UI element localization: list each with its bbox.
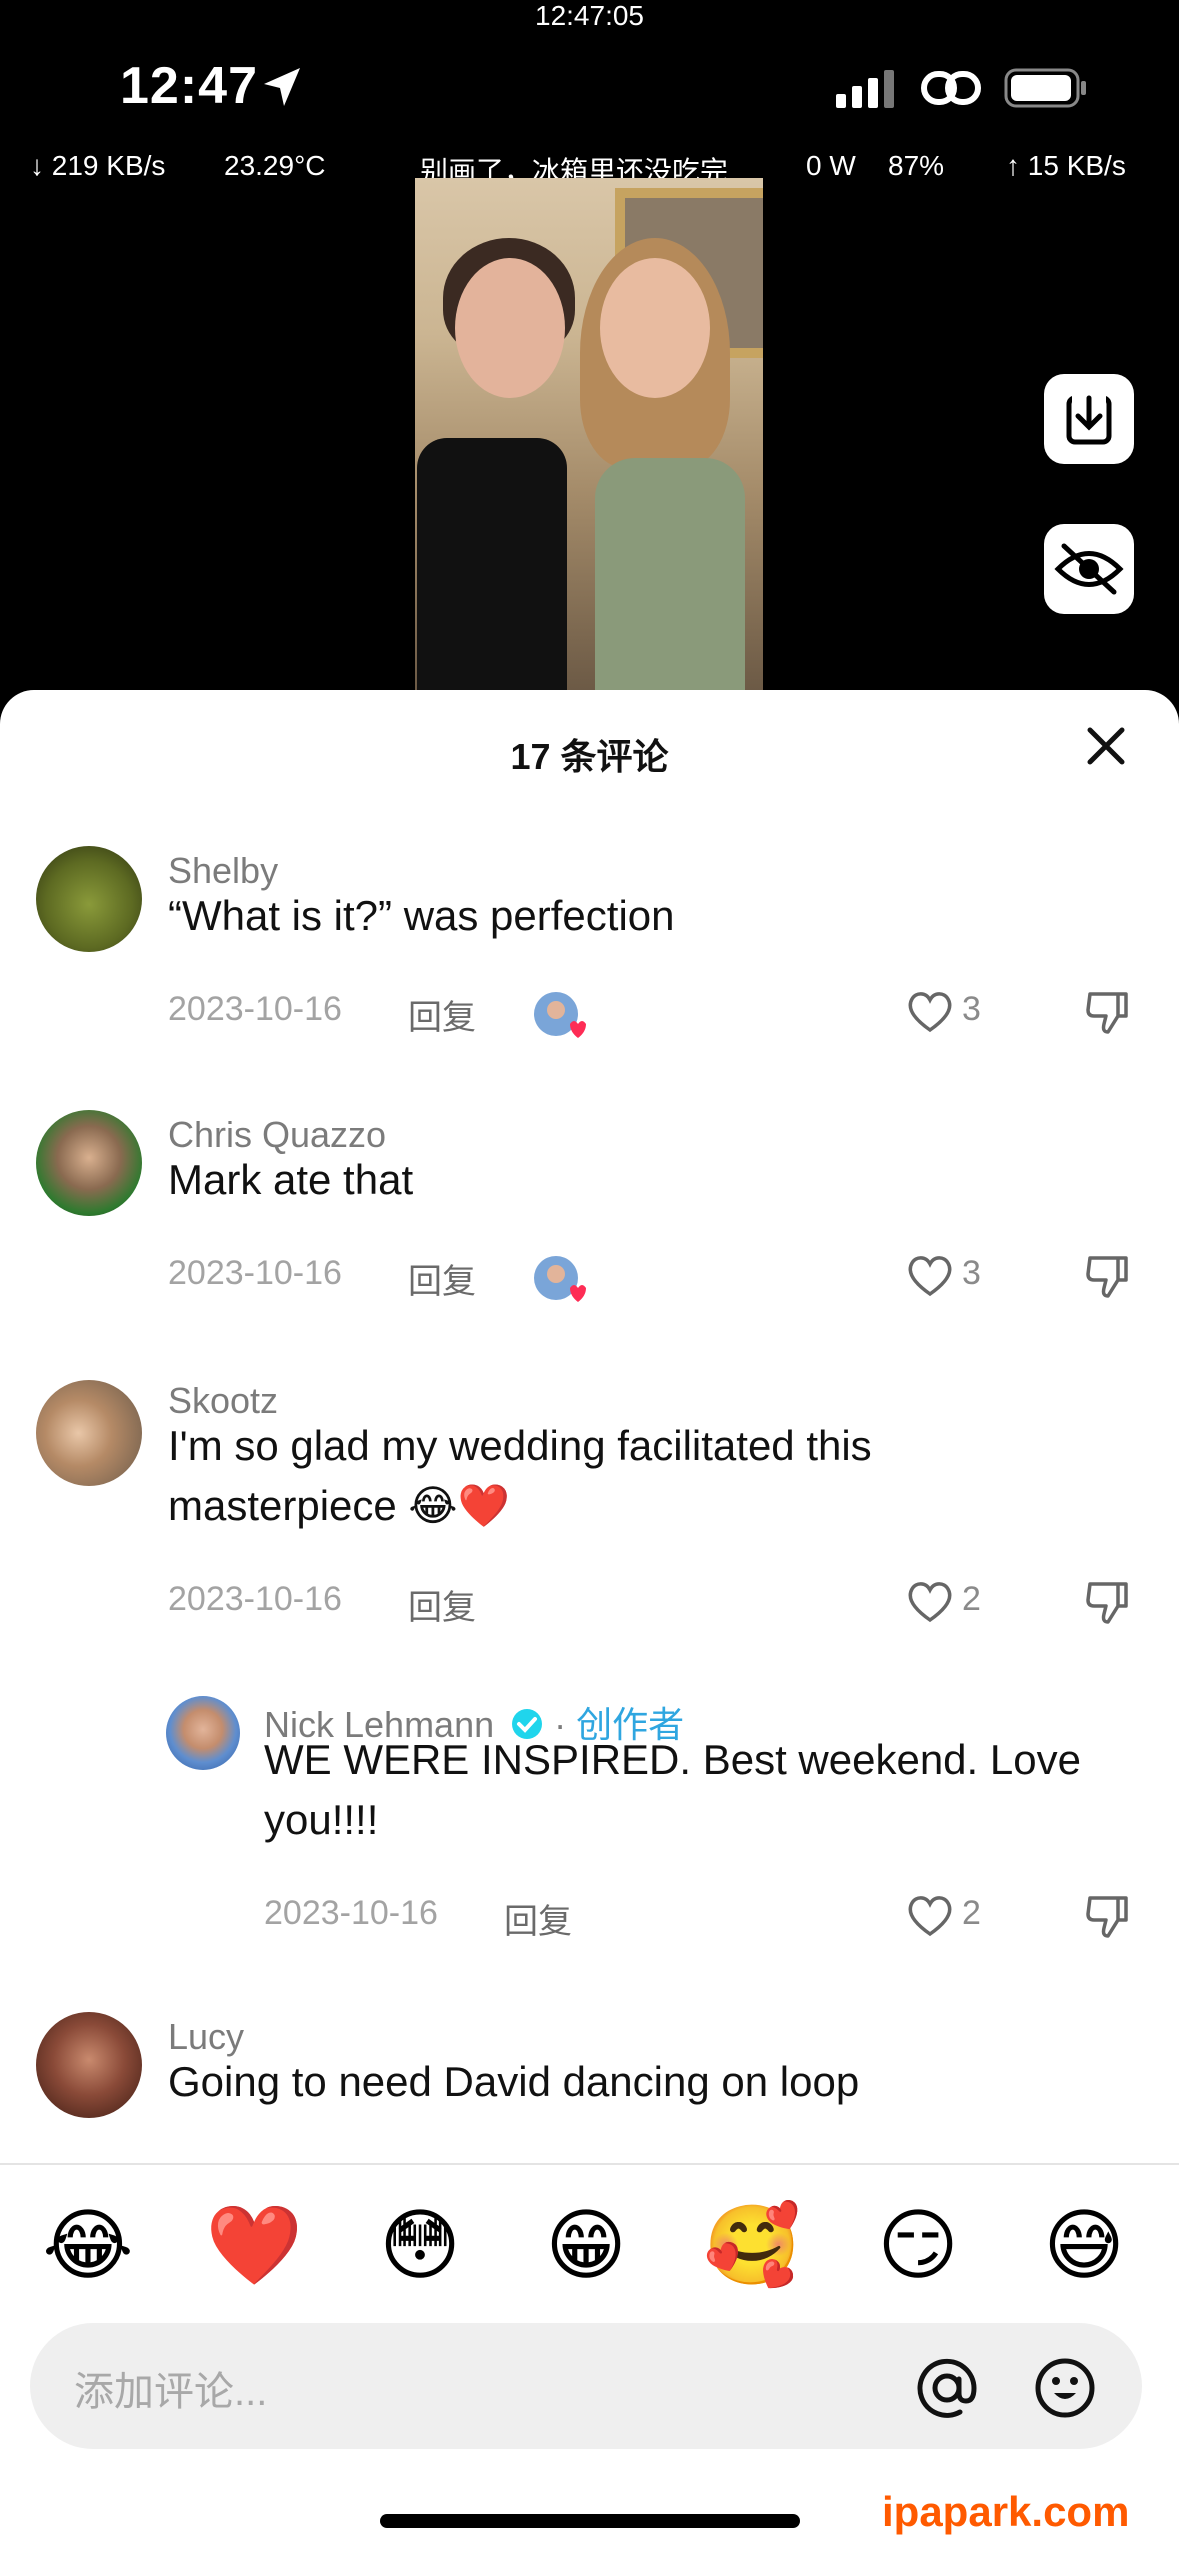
emoji-button[interactable]: 🥰 — [702, 2195, 802, 2295]
like-icon[interactable] — [906, 1254, 954, 1298]
comment-date: 2023-10-16 — [264, 1894, 438, 1932]
emoji-button[interactable]: 😏 — [868, 2195, 968, 2295]
emoji-picker-icon[interactable] — [1034, 2357, 1096, 2419]
reply-button[interactable]: 回复 — [504, 1894, 572, 1943]
down-arrow-icon: ↓ — [30, 150, 52, 181]
avatar[interactable] — [36, 1110, 142, 1216]
close-icon[interactable] — [1084, 724, 1128, 768]
temperature: 23.29°C — [224, 150, 326, 181]
system-clock: 12:47:05 — [535, 0, 644, 31]
comment-input[interactable]: 添加评论... — [30, 2323, 1142, 2449]
emoji-button[interactable]: 😅 — [1034, 2195, 1134, 2295]
avatar[interactable] — [36, 2012, 142, 2118]
comment-input-placeholder: 添加评论... — [74, 2370, 268, 2414]
like-count: 3 — [962, 1254, 981, 1292]
like-count: 3 — [962, 990, 981, 1028]
battery-icon — [1004, 68, 1086, 108]
dislike-icon[interactable] — [1084, 1892, 1132, 1940]
avatar[interactable] — [36, 1380, 142, 1486]
like-icon[interactable] — [906, 1580, 954, 1624]
home-indicator — [380, 2514, 800, 2528]
comment-date: 2023-10-16 — [168, 1254, 342, 1292]
comments-count-title: 17 条评论 — [510, 736, 669, 777]
like-count: 2 — [962, 1894, 981, 1932]
eye-slash-icon — [1054, 543, 1124, 595]
power-readout: 0 W — [806, 150, 856, 181]
emoji-button[interactable]: 😁 — [536, 2195, 636, 2295]
dislike-icon[interactable] — [1084, 988, 1132, 1036]
comment-text: I'm so glad my wedding facilitated this … — [168, 1422, 872, 1529]
avatar[interactable] — [166, 1696, 240, 1770]
status-time: 12:47 — [120, 57, 258, 115]
emoji-button[interactable]: ❤️ — [204, 2195, 304, 2295]
link-icon — [921, 71, 981, 105]
divider — [0, 2163, 1179, 2165]
person-right — [600, 258, 710, 398]
person-left — [455, 258, 565, 398]
comment-date: 2023-10-16 — [168, 990, 342, 1028]
creator-liked-icon — [534, 992, 586, 1038]
emoji-button[interactable]: 😂 — [38, 2195, 138, 2295]
dislike-icon[interactable] — [1084, 1252, 1132, 1300]
battery-percent: 87% — [888, 150, 945, 181]
mention-icon[interactable] — [916, 2357, 978, 2419]
comment-text: “What is it?” was perfection — [168, 892, 675, 939]
like-icon[interactable] — [906, 990, 954, 1034]
comment-text: Mark ate that — [168, 1156, 414, 1203]
download-speed: ↓ 219 KB/s — [30, 150, 166, 181]
dislike-icon[interactable] — [1084, 1578, 1132, 1626]
upload-speed: ↑ 15 KB/s — [1006, 150, 1126, 181]
download-icon — [1066, 394, 1112, 445]
video-area: 12:47:05 12:47 ↓ 219 KB/s 23.29°C 别画了，冰箱… — [0, 0, 1179, 700]
like-count: 2 — [962, 1580, 981, 1618]
avatar[interactable] — [36, 846, 142, 952]
location-arrow-icon — [264, 68, 300, 106]
up-arrow-icon: ↑ — [1006, 150, 1028, 181]
emoji-button[interactable]: 😳 — [370, 2195, 470, 2295]
creator-liked-icon — [534, 1256, 586, 1302]
download-button[interactable] — [1044, 374, 1134, 464]
comment-text: WE WERE INSPIRED. Best weekend. Love you… — [264, 1736, 1081, 1843]
like-icon[interactable] — [906, 1894, 954, 1938]
comment-text: Going to need David dancing on loop — [168, 2058, 860, 2105]
reply-button[interactable]: 回复 — [408, 990, 476, 1039]
comment-date: 2023-10-16 — [168, 1580, 342, 1618]
reply-button[interactable]: 回复 — [408, 1580, 476, 1629]
video-thumbnail[interactable] — [415, 178, 763, 698]
signal-icon — [836, 70, 894, 108]
watermark: ipapark.com — [882, 2488, 1130, 2535]
reply-button[interactable]: 回复 — [408, 1254, 476, 1303]
hide-button[interactable] — [1044, 524, 1134, 614]
